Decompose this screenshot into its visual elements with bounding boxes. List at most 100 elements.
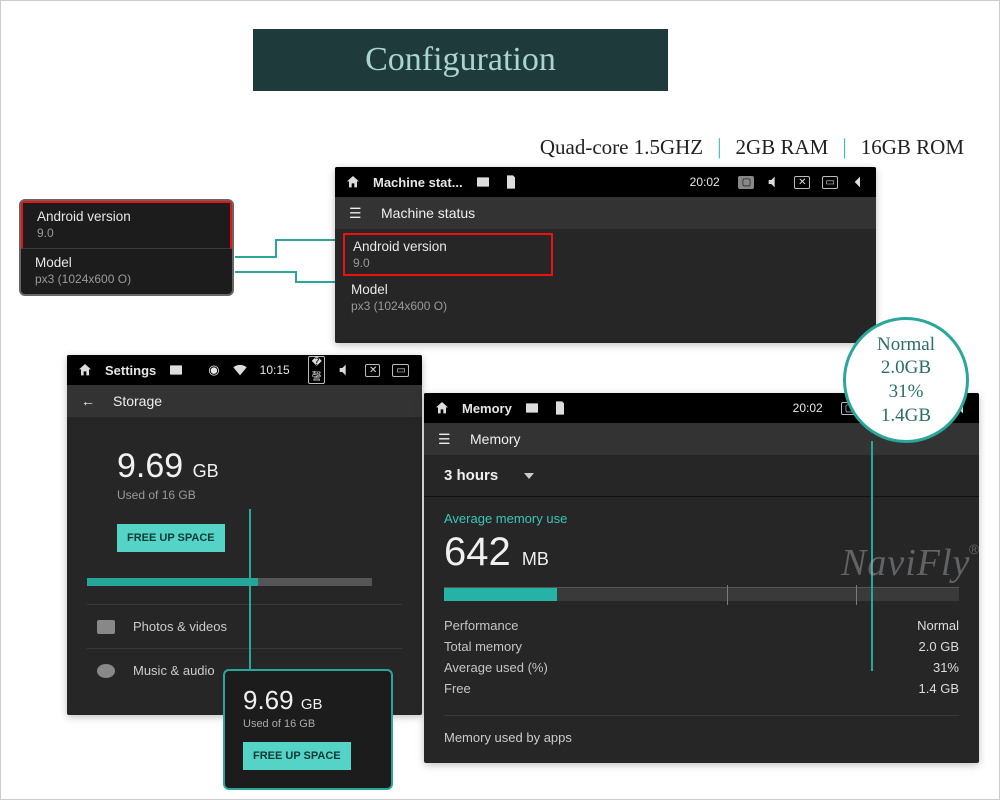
back-icon[interactable] bbox=[850, 174, 866, 190]
model-value: px3 (1024x600 O) bbox=[35, 272, 218, 286]
stat-row-avg: Average used (%) 31% bbox=[444, 657, 959, 678]
memory-bar bbox=[444, 587, 959, 601]
close-icon[interactable]: ✕ bbox=[365, 364, 380, 377]
row-model: Model px3 (1024x600 O) bbox=[21, 249, 232, 294]
sub-bar-title: Machine status bbox=[381, 205, 475, 221]
list-label: Photos & videos bbox=[133, 619, 227, 634]
hamburger-icon[interactable]: ☰ bbox=[349, 205, 365, 222]
spec-divider: | bbox=[717, 134, 721, 160]
clock-text: 20:02 bbox=[690, 175, 720, 189]
circle-line4: 1.4GB bbox=[881, 404, 931, 428]
memory-range-label: 3 hours bbox=[444, 467, 498, 484]
android-version-label: Android version bbox=[353, 239, 543, 254]
picture-icon bbox=[168, 362, 184, 378]
picture-icon bbox=[475, 174, 491, 190]
free-up-space-button[interactable]: FREE UP SPACE bbox=[243, 742, 351, 770]
hamburger-icon[interactable]: ☰ bbox=[438, 431, 454, 448]
location-icon: ◉ bbox=[208, 362, 219, 378]
volume-icon[interactable] bbox=[337, 362, 353, 378]
window-storage: Settings ◉ 10:15 �謦 ✕ ▭ ← Storage 9.69 G… bbox=[67, 355, 422, 715]
list-item-photos[interactable]: Photos & videos bbox=[87, 604, 402, 648]
screenshot-icon[interactable]: �謦 bbox=[308, 356, 325, 384]
model-label: Model bbox=[351, 282, 862, 297]
free-up-space-button[interactable]: FREE UP SPACE bbox=[117, 524, 225, 552]
screenshot-icon[interactable]: ▢ bbox=[738, 176, 754, 189]
memory-avg-unit: MB bbox=[522, 549, 549, 569]
connector-line bbox=[249, 509, 251, 669]
connector-line bbox=[295, 271, 297, 281]
specs-line: Quad-core 1.5GHZ | 2GB RAM | 16GB ROM bbox=[540, 134, 964, 160]
clock-text: 10:15 bbox=[260, 363, 290, 377]
spec-cpu: Quad-core 1.5GHZ bbox=[540, 135, 703, 160]
connector-line bbox=[295, 281, 335, 283]
wifi-icon bbox=[232, 362, 248, 378]
recent-icon[interactable]: ▭ bbox=[822, 176, 838, 189]
sdcard-icon bbox=[552, 400, 568, 416]
watermark-text: NaviFly bbox=[841, 541, 970, 585]
spec-rom: 16GB ROM bbox=[861, 135, 964, 160]
storage-used-number: 9.69 bbox=[117, 447, 183, 485]
picture-icon bbox=[524, 400, 540, 416]
home-icon[interactable] bbox=[77, 362, 93, 378]
sub-bar-title: Storage bbox=[113, 393, 162, 409]
close-icon[interactable]: ✕ bbox=[794, 176, 809, 189]
callout-android-version: Android version 9.0 Model px3 (1024x600 … bbox=[19, 199, 234, 296]
connector-line bbox=[275, 239, 335, 241]
config-banner: Configuration bbox=[253, 29, 668, 91]
sub-bar: ← Storage bbox=[67, 385, 422, 417]
stat-label: Free bbox=[444, 681, 471, 696]
config-title: Configuration bbox=[365, 41, 556, 79]
home-icon[interactable] bbox=[434, 400, 450, 416]
topbar-title: Memory bbox=[462, 401, 512, 416]
volume-icon[interactable] bbox=[766, 174, 782, 190]
watermark-reg-icon: ® bbox=[969, 541, 979, 557]
music-icon bbox=[97, 664, 115, 678]
connector-line bbox=[235, 271, 295, 273]
back-arrow-icon[interactable]: ← bbox=[81, 393, 97, 409]
storage-bar bbox=[87, 578, 372, 586]
sub-bar-title: Memory bbox=[470, 431, 521, 447]
chevron-down-icon bbox=[524, 473, 534, 479]
stat-value: 31% bbox=[933, 660, 959, 675]
stat-row-total: Total memory 2.0 GB bbox=[444, 636, 959, 657]
home-icon[interactable] bbox=[345, 174, 361, 190]
circle-line1: Normal bbox=[877, 333, 935, 357]
window-machine-status: Machine stat... 20:02 ▢ ✕ ▭ ☰ Machine st… bbox=[335, 167, 876, 343]
topbar-title: Machine stat... bbox=[373, 175, 463, 190]
stat-value: Normal bbox=[917, 618, 959, 633]
storage-used-caption: Used of 16 GB bbox=[117, 488, 402, 502]
stat-label: Total memory bbox=[444, 639, 522, 654]
callout-memory-circle: Normal 2.0GB 31% 1.4GB bbox=[843, 317, 969, 443]
recent-icon[interactable]: ▭ bbox=[392, 364, 408, 377]
stat-row-free: Free 1.4 GB bbox=[444, 678, 959, 699]
list-label: Music & audio bbox=[133, 663, 215, 678]
storage-summary: 9.69 GB Used of 16 GB FREE UP SPACE Phot… bbox=[67, 417, 422, 692]
back-icon[interactable] bbox=[421, 362, 422, 378]
sdcard-icon bbox=[503, 174, 519, 190]
stat-value: 2.0 GB bbox=[919, 639, 959, 654]
topbar-title: Settings bbox=[105, 363, 156, 378]
row-android-version[interactable]: Android version 9.0 bbox=[343, 233, 553, 276]
circle-line2: 2.0GB bbox=[881, 356, 931, 380]
storage-used-value: 9.69 GB bbox=[117, 447, 402, 486]
android-version-value: 9.0 bbox=[353, 256, 543, 270]
android-version-label: Android version bbox=[37, 209, 216, 224]
memory-avg-number: 642 bbox=[444, 530, 511, 574]
stat-value: 1.4 GB bbox=[919, 681, 959, 696]
android-version-value: 9.0 bbox=[37, 226, 216, 240]
photos-icon bbox=[97, 620, 115, 634]
stat-label: Performance bbox=[444, 618, 518, 633]
memory-apps-row[interactable]: Memory used by apps bbox=[424, 716, 979, 749]
callout-storage-caption: Used of 16 GB bbox=[243, 718, 373, 730]
row-android-version: Android version 9.0 bbox=[21, 201, 232, 249]
android-topbar: Settings ◉ 10:15 �謦 ✕ ▭ bbox=[67, 355, 422, 385]
spec-ram: 2GB RAM bbox=[736, 135, 829, 160]
android-topbar: Machine stat... 20:02 ▢ ✕ ▭ bbox=[335, 167, 876, 197]
callout-storage-unit: GB bbox=[301, 696, 323, 713]
storage-used-unit: GB bbox=[193, 461, 219, 481]
callout-storage-number: 9.69 bbox=[243, 685, 294, 715]
model-value: px3 (1024x600 O) bbox=[351, 299, 862, 313]
memory-range-selector[interactable]: 3 hours bbox=[424, 455, 979, 497]
row-model[interactable]: Model px3 (1024x600 O) bbox=[335, 276, 876, 321]
model-label: Model bbox=[35, 255, 218, 270]
